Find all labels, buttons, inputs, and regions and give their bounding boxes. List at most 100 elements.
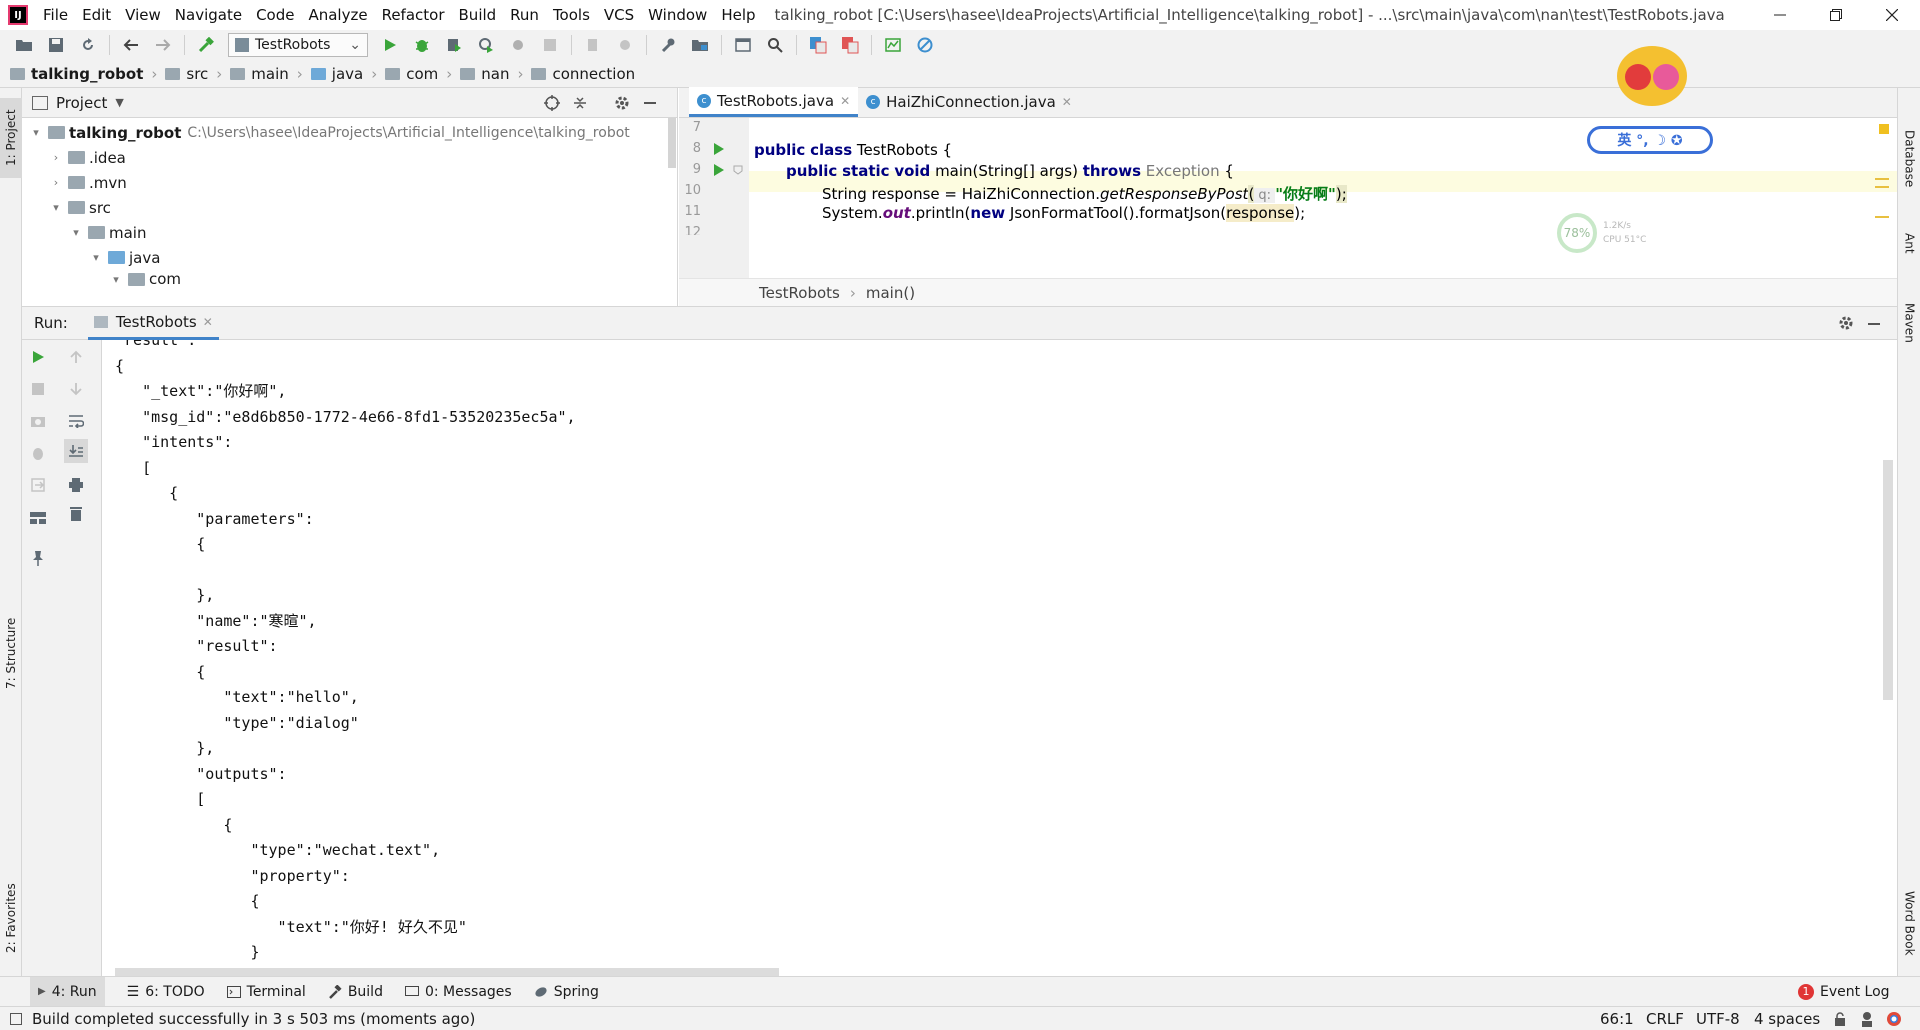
tool-run[interactable]: ▶ 4: Run: [30, 976, 105, 1007]
scrollbar-thumb[interactable]: [668, 118, 676, 168]
warning-marker[interactable]: [1875, 186, 1889, 188]
lock-icon[interactable]: [1834, 1012, 1846, 1026]
scroll-down-button[interactable]: [64, 377, 88, 401]
disable-button[interactable]: [913, 33, 937, 57]
menu-run[interactable]: Run: [503, 0, 546, 30]
warning-marker[interactable]: [1875, 216, 1889, 218]
rerun-button[interactable]: [26, 345, 50, 369]
event-log-button[interactable]: 1 Event Log: [1798, 983, 1890, 1000]
ime-status-bar[interactable]: 英 °, ☽ ✪: [1587, 126, 1713, 154]
run-with-coverage-button[interactable]: [442, 33, 466, 57]
profile-button[interactable]: [474, 33, 498, 57]
tab-structure[interactable]: 7: Structure: [0, 608, 22, 698]
file-encoding[interactable]: UTF-8: [1696, 1010, 1740, 1028]
gear-icon[interactable]: [614, 95, 630, 111]
attach-button[interactable]: [506, 33, 530, 57]
restore-button[interactable]: [1808, 0, 1864, 30]
tab-maven[interactable]: Maven: [1898, 288, 1920, 358]
breadcrumb-item-com[interactable]: com ›: [385, 65, 452, 83]
menu-file[interactable]: File: [36, 0, 75, 30]
sync-button[interactable]: [76, 33, 100, 57]
run-configuration-select[interactable]: TestRobots ⌄: [228, 33, 368, 57]
menu-vcs[interactable]: VCS: [597, 0, 641, 30]
back-button[interactable]: [119, 33, 143, 57]
soft-wrap-button[interactable]: [64, 409, 88, 433]
menu-analyze[interactable]: Analyze: [301, 0, 374, 30]
tab-project[interactable]: 1: Project: [0, 98, 22, 178]
tree-item-idea[interactable]: › .idea: [22, 145, 677, 170]
breadcrumb-item-project[interactable]: talking_robot ›: [10, 65, 157, 83]
run-tab-testrobots[interactable]: TestRobots ✕: [87, 306, 219, 340]
debug-rerun-button[interactable]: [26, 441, 50, 465]
build-project-button[interactable]: [194, 33, 218, 57]
open-folder-button[interactable]: [12, 33, 36, 57]
tool-spring[interactable]: Spring: [534, 984, 599, 1000]
tree-item-src[interactable]: ▾ src: [22, 195, 677, 220]
search-everywhere-button[interactable]: [763, 33, 787, 57]
menu-build[interactable]: Build: [452, 0, 504, 30]
close-window-button[interactable]: [1864, 0, 1920, 30]
run-button[interactable]: [378, 33, 402, 57]
console-output[interactable]: "result": { "_text":"你好啊", "msg_id":"e8d6…: [103, 340, 1897, 976]
project-panel-title[interactable]: Project: [56, 94, 107, 112]
menu-code[interactable]: Code: [249, 0, 301, 30]
run-gutter-icon[interactable]: [713, 164, 725, 176]
statistic-button[interactable]: [881, 33, 905, 57]
translate-button[interactable]: [806, 33, 830, 57]
scroll-to-end-button[interactable]: [64, 439, 88, 463]
run-gutter-icon[interactable]: [713, 143, 725, 155]
tab-favorites[interactable]: 2: Favorites: [0, 868, 22, 968]
forward-button[interactable]: [151, 33, 175, 57]
tool-build[interactable]: Build: [328, 984, 383, 1000]
inspection-warning-icon[interactable]: [1879, 124, 1889, 134]
menu-tools[interactable]: Tools: [546, 0, 597, 30]
breadcrumb-item-java[interactable]: java ›: [310, 65, 377, 83]
stop-button[interactable]: [538, 33, 562, 57]
indent-setting[interactable]: 4 spaces: [1754, 1010, 1820, 1028]
tool-messages[interactable]: 0: Messages: [404, 984, 512, 1000]
tree-item-main[interactable]: ▾ main: [22, 220, 677, 245]
breadcrumb-item-src[interactable]: src ›: [165, 65, 222, 83]
browser-icon[interactable]: [1886, 1011, 1902, 1027]
close-icon[interactable]: ✕: [1062, 95, 1072, 109]
line-separator[interactable]: CRLF: [1646, 1010, 1684, 1028]
tool-terminal[interactable]: Terminal: [226, 984, 306, 1000]
breadcrumb-item-main[interactable]: main ›: [230, 65, 303, 83]
code-line-10[interactable]: String response = HaiZhiConnection.getRe…: [822, 183, 1347, 204]
close-icon[interactable]: ✕: [203, 315, 213, 329]
tool-todo[interactable]: ☰ 6: TODO: [127, 984, 205, 1000]
project-structure-button[interactable]: [688, 33, 712, 57]
tree-item-java[interactable]: ▾ java: [22, 245, 677, 270]
breadcrumb-item-nan[interactable]: nan ›: [460, 65, 523, 83]
menu-edit[interactable]: Edit: [75, 0, 118, 30]
tab-ant[interactable]: Ant: [1898, 218, 1920, 268]
inspector-icon[interactable]: [1860, 1011, 1874, 1027]
menu-window[interactable]: Window: [641, 0, 714, 30]
tab-word-book[interactable]: Word Book: [1898, 878, 1920, 968]
print-button[interactable]: [64, 473, 88, 497]
breadcrumb-item-connection[interactable]: connection: [531, 65, 635, 83]
tree-item-project-root[interactable]: ▾ talking_robot C:\Users\hasee\IdeaProjec…: [22, 120, 677, 145]
settings-button[interactable]: [656, 33, 680, 57]
toggle-presentation-button[interactable]: [731, 33, 755, 57]
close-icon[interactable]: ✕: [840, 94, 850, 108]
caret-position[interactable]: 66:1: [1600, 1010, 1634, 1028]
vcs-commit-button[interactable]: [613, 33, 637, 57]
minimize-panel-icon[interactable]: [644, 102, 656, 104]
tab-testrobots[interactable]: c TestRobots.java ✕: [689, 87, 859, 117]
tool-windows-toggle-icon[interactable]: [10, 1012, 22, 1025]
clear-all-button[interactable]: [64, 501, 88, 525]
menu-navigate[interactable]: Navigate: [168, 0, 249, 30]
translate-replace-button[interactable]: [838, 33, 862, 57]
dump-threads-button[interactable]: [26, 409, 50, 433]
collapse-all-icon[interactable]: [572, 95, 588, 111]
menu-refactor[interactable]: Refactor: [375, 0, 452, 30]
locate-file-icon[interactable]: [544, 95, 560, 111]
debug-button[interactable]: [410, 33, 434, 57]
console-vertical-scrollbar[interactable]: [1883, 460, 1893, 700]
gear-icon[interactable]: [1838, 315, 1854, 331]
scroll-up-button[interactable]: [64, 345, 88, 369]
menu-help[interactable]: Help: [714, 0, 762, 30]
vcs-update-button[interactable]: [581, 33, 605, 57]
tree-item-com[interactable]: ▾ com: [22, 270, 677, 288]
